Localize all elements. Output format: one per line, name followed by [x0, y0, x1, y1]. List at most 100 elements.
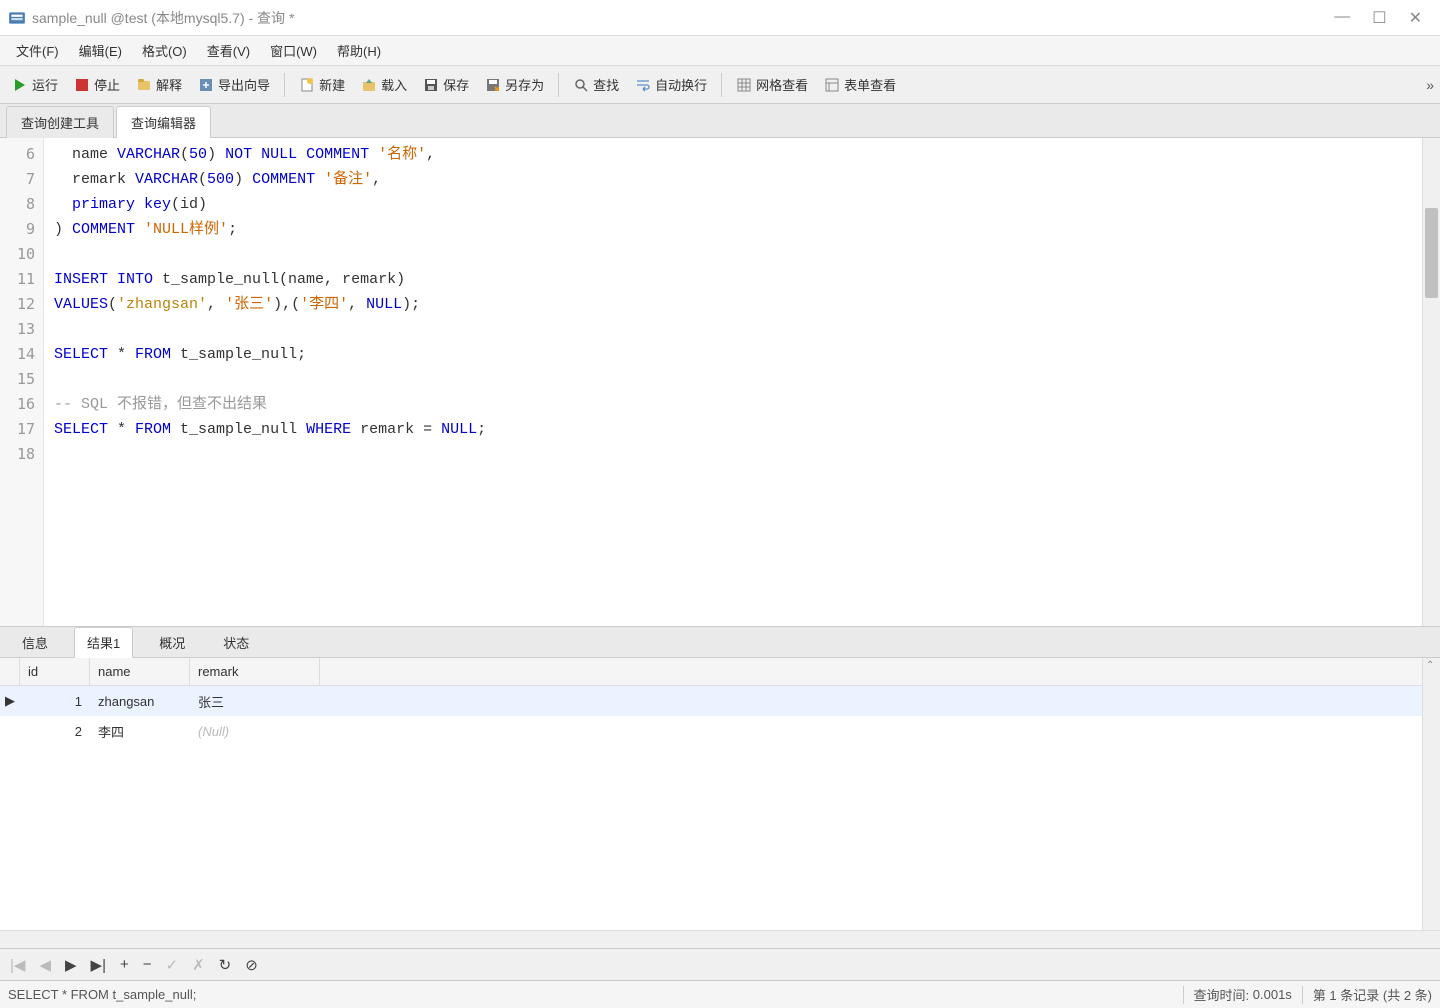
wrap-button[interactable]: 自动换行: [629, 72, 713, 97]
gridview-button[interactable]: 网格查看: [730, 72, 814, 97]
tab-query-builder[interactable]: 查询创建工具: [6, 106, 114, 138]
menu-help[interactable]: 帮助(H): [327, 37, 391, 64]
formview-label: 表单查看: [844, 75, 896, 94]
line-gutter: 6789101112131415161718: [0, 138, 44, 626]
table-row[interactable]: ▶1zhangsan张三: [0, 686, 1422, 716]
code-line[interactable]: -- SQL 不报错，但查不出结果: [54, 392, 1412, 417]
maximize-button[interactable]: ☐: [1372, 8, 1386, 28]
nav-prev[interactable]: ◀: [39, 956, 51, 974]
window-title: sample_null @test (本地mysql5.7) - 查询 *: [32, 8, 1334, 28]
formview-button[interactable]: 表单查看: [818, 72, 902, 97]
gridview-label: 网格查看: [756, 75, 808, 94]
nav-last[interactable]: ▶|: [91, 956, 106, 974]
menu-view[interactable]: 查看(V): [197, 37, 260, 64]
code-line[interactable]: primary key(id): [54, 192, 1412, 217]
line-number: 12: [0, 292, 35, 317]
saveas-button[interactable]: 另存为: [479, 72, 550, 97]
cell-remark[interactable]: 张三: [190, 688, 320, 715]
toolbar-overflow[interactable]: »: [1426, 77, 1434, 93]
export-icon: [198, 77, 214, 93]
save-icon: [423, 77, 439, 93]
result-tab-profile[interactable]: 概况: [147, 628, 197, 657]
code-line[interactable]: [54, 367, 1412, 392]
export-button[interactable]: 导出向导: [192, 72, 276, 97]
code-line[interactable]: remark VARCHAR(500) COMMENT '备注',: [54, 167, 1412, 192]
line-number: 14: [0, 342, 35, 367]
line-number: 11: [0, 267, 35, 292]
nav-first[interactable]: |◀: [10, 956, 25, 974]
code-line[interactable]: SELECT * FROM t_sample_null;: [54, 342, 1412, 367]
result-tab-info[interactable]: 信息: [10, 628, 60, 657]
code-line[interactable]: SELECT * FROM t_sample_null WHERE remark…: [54, 417, 1412, 442]
code-line[interactable]: ) COMMENT 'NULL样例';: [54, 217, 1412, 242]
menu-format[interactable]: 格式(O): [132, 37, 197, 64]
toolbar-separator: [721, 73, 722, 97]
form-icon: [824, 77, 840, 93]
explain-icon: [136, 77, 152, 93]
run-button[interactable]: 运行: [6, 72, 64, 97]
code-line[interactable]: name VARCHAR(50) NOT NULL COMMENT '名称',: [54, 142, 1412, 167]
results-grid[interactable]: id name remark ▶1zhangsan张三2李四(Null): [0, 658, 1422, 930]
cell-remark[interactable]: (Null): [190, 720, 320, 743]
toolbar-separator: [558, 73, 559, 97]
find-button[interactable]: 查找: [567, 72, 625, 97]
results-panel: id name remark ▶1zhangsan张三2李四(Null): [0, 658, 1440, 948]
code-line[interactable]: INSERT INTO t_sample_null(name, remark): [54, 267, 1412, 292]
code-line[interactable]: [54, 442, 1412, 467]
close-button[interactable]: ✕: [1409, 8, 1422, 28]
cell-name[interactable]: 李四: [90, 718, 190, 745]
row-marker: ▶: [0, 693, 20, 709]
nav-refresh[interactable]: ↻: [219, 956, 232, 974]
line-number: 9: [0, 217, 35, 242]
new-label: 新建: [319, 75, 345, 94]
nav-stop[interactable]: ⊘: [245, 956, 258, 974]
minimize-button[interactable]: —: [1334, 8, 1350, 28]
cell-id[interactable]: 1: [20, 690, 90, 713]
line-number: 15: [0, 367, 35, 392]
line-number: 13: [0, 317, 35, 342]
result-tab-result1[interactable]: 结果1: [74, 627, 133, 658]
nav-delete[interactable]: −: [143, 956, 152, 973]
column-header-id[interactable]: id: [20, 658, 90, 685]
app-icon: [8, 9, 26, 27]
nav-next[interactable]: ▶: [65, 956, 77, 974]
run-label: 运行: [32, 75, 58, 94]
result-tab-status[interactable]: 状态: [211, 628, 261, 657]
nav-add[interactable]: +: [120, 956, 129, 973]
grid-scrollbar-vertical[interactable]: [1422, 658, 1440, 930]
record-nav-toolbar: |◀ ◀ ▶ ▶| + − ✓ ✗ ↻ ⊘: [0, 948, 1440, 980]
code-area[interactable]: name VARCHAR(50) NOT NULL COMMENT '名称', …: [44, 138, 1422, 626]
stop-label: 停止: [94, 75, 120, 94]
stop-button[interactable]: 停止: [68, 72, 126, 97]
column-header-name[interactable]: name: [90, 658, 190, 685]
statusbar: SELECT * FROM t_sample_null; 查询时间: 0.001…: [0, 980, 1440, 1008]
play-icon: [12, 77, 28, 93]
code-line[interactable]: [54, 242, 1412, 267]
menubar: 文件(F) 编辑(E) 格式(O) 查看(V) 窗口(W) 帮助(H): [0, 36, 1440, 66]
menu-edit[interactable]: 编辑(E): [69, 37, 132, 64]
cell-name[interactable]: zhangsan: [90, 690, 190, 713]
line-number: 10: [0, 242, 35, 267]
load-icon: [361, 77, 377, 93]
new-button[interactable]: 新建: [293, 72, 351, 97]
sql-editor[interactable]: 6789101112131415161718 name VARCHAR(50) …: [0, 138, 1440, 626]
grid-header: id name remark: [0, 658, 1422, 686]
status-sql: SELECT * FROM t_sample_null;: [8, 987, 196, 1002]
table-row[interactable]: 2李四(Null): [0, 716, 1422, 746]
explain-button[interactable]: 解释: [130, 72, 188, 97]
load-button[interactable]: 载入: [355, 72, 413, 97]
save-button[interactable]: 保存: [417, 72, 475, 97]
grid-scrollbar-horizontal[interactable]: [0, 930, 1440, 948]
tab-query-editor[interactable]: 查询编辑器: [116, 106, 211, 138]
cell-id[interactable]: 2: [20, 720, 90, 743]
column-header-remark[interactable]: remark: [190, 658, 320, 685]
line-number: 8: [0, 192, 35, 217]
line-number: 7: [0, 167, 35, 192]
nav-apply[interactable]: ✓: [166, 956, 179, 974]
menu-file[interactable]: 文件(F): [6, 37, 69, 64]
editor-scrollbar[interactable]: [1422, 138, 1440, 626]
code-line[interactable]: [54, 317, 1412, 342]
code-line[interactable]: VALUES('zhangsan', '张三'),('李四', NULL);: [54, 292, 1412, 317]
nav-cancel[interactable]: ✗: [192, 956, 205, 974]
menu-window[interactable]: 窗口(W): [260, 37, 327, 64]
